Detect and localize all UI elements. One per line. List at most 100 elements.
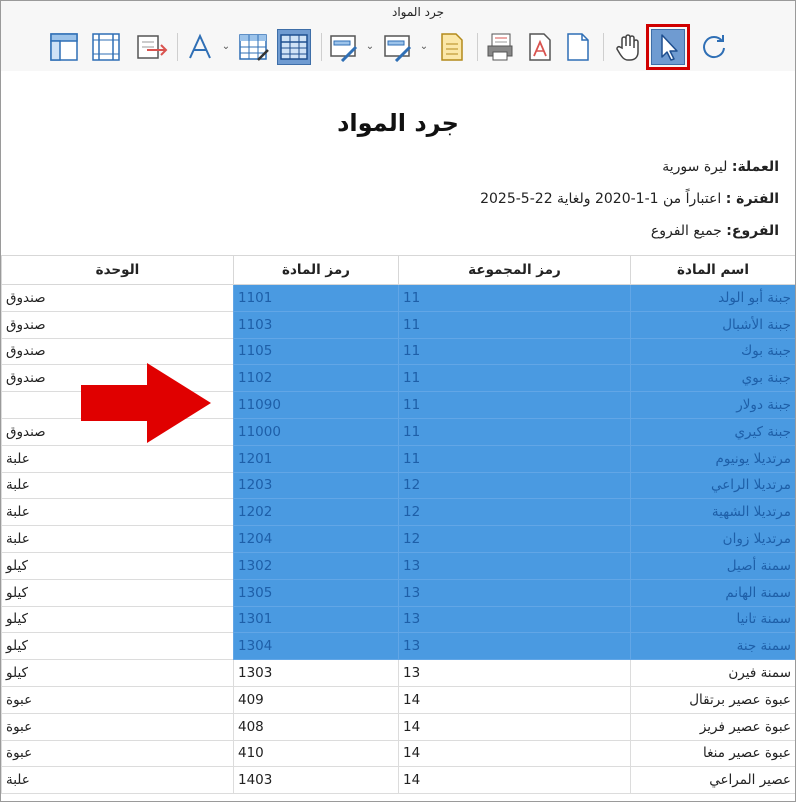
table-row[interactable]: مرتديلا زوان 12 1204 علبة [1,525,795,553]
cell-unit[interactable]: عبوة [1,685,234,714]
cell-unit[interactable]: علبة [1,498,234,527]
chevron-down-icon[interactable]: ⌄ [419,41,429,52]
cell-group[interactable]: 12 [398,525,631,553]
cell-code[interactable]: 1304 [233,632,399,661]
cell-group[interactable]: 13 [398,659,631,687]
cell-name[interactable]: جبنة بوك [630,337,795,366]
cell-unit[interactable]: عبوة [1,712,234,741]
cell-code[interactable]: 1302 [233,551,399,580]
cell-unit[interactable]: كيلو [1,632,234,661]
cell-code[interactable]: 1201 [233,444,399,473]
cell-group[interactable]: 13 [398,632,631,661]
cell-group[interactable]: 11 [398,284,631,312]
page-icon[interactable] [561,29,595,65]
cell-name[interactable]: جبنة دولار [630,391,795,419]
cell-group[interactable]: 14 [398,712,631,741]
cell-group[interactable]: 11 [398,444,631,473]
cell-code[interactable]: 1403 [233,766,399,795]
grid-format-icon[interactable] [237,29,271,65]
cell-name[interactable]: عبوة عصير فريز [630,712,795,741]
chevron-down-icon[interactable]: ⌄ [365,41,375,52]
cell-group[interactable]: 12 [398,471,631,500]
cell-unit[interactable]: كيلو [1,659,234,687]
cell-code[interactable]: 1204 [233,525,399,553]
cell-code[interactable]: 1105 [233,337,399,366]
cell-unit[interactable]: عبوة [1,739,234,768]
cell-code[interactable]: 1303 [233,659,399,687]
edit-form2-icon[interactable] [381,29,415,65]
pdf-icon[interactable] [523,29,557,65]
table-row[interactable]: مرتديلا الراعي 12 1203 علبة [1,471,795,500]
cell-code[interactable]: 1305 [233,578,399,607]
table-row[interactable]: سمنة جنة 13 1304 كيلو [1,632,795,661]
hand-tool-icon[interactable] [611,29,645,65]
cell-name[interactable]: سمنة تانيا [630,605,795,634]
cell-name[interactable]: جبنة أبو الولد [630,284,795,312]
cell-unit[interactable]: علبة [1,766,234,795]
cell-group[interactable]: 14 [398,739,631,768]
cell-name[interactable]: مرتديلا يونيوم [630,444,795,473]
table-row[interactable]: سمنة تانيا 13 1301 كيلو [1,605,795,634]
cell-group[interactable]: 11 [398,310,631,339]
cell-group[interactable]: 13 [398,605,631,634]
cell-name[interactable]: مرتديلا الراعي [630,471,795,500]
table-row[interactable]: عبوة عصير برتقال 14 409 عبوة [1,685,795,714]
cell-group[interactable]: 11 [398,337,631,366]
cell-unit[interactable]: كيلو [1,551,234,580]
cell-code[interactable]: 11090 [233,391,399,419]
cell-name[interactable]: سمنة الهانم [630,578,795,607]
cell-group[interactable]: 12 [398,498,631,527]
cell-name[interactable]: سمنة جنة [630,632,795,661]
table-row[interactable]: جبنة بوك 11 1105 صندوق [1,337,795,366]
cell-name[interactable]: مرتديلا زوان [630,525,795,553]
column-header-group[interactable]: رمز المجموعة [398,255,631,285]
cell-name[interactable]: سمنة أصيل [630,551,795,580]
cell-group[interactable]: 13 [398,551,631,580]
cell-name[interactable]: عبوة عصير برتقال [630,685,795,714]
column-header-unit[interactable]: الوحدة [1,255,234,285]
cell-unit[interactable]: صندوق [1,310,234,339]
table-row[interactable]: سمنة فيرن 13 1303 كيلو [1,659,795,687]
cell-name[interactable]: عصير المراعي [630,766,795,795]
cell-name[interactable]: جبنة كيري [630,417,795,446]
select-pointer-icon[interactable] [646,24,690,70]
table-row[interactable]: مرتديلا الشهية 12 1202 علبة [1,498,795,527]
grid-icon[interactable] [277,29,311,65]
column-header-code[interactable]: رمز المادة [233,255,399,285]
cell-group[interactable]: 11 [398,364,631,393]
table-row[interactable]: جبنة الأشبال 11 1103 صندوق [1,310,795,339]
table-row[interactable]: عبوة عصير فريز 14 408 عبوة [1,712,795,741]
export-icon[interactable] [135,29,169,65]
cell-unit[interactable]: صندوق [1,284,234,312]
cell-unit[interactable]: علبة [1,525,234,553]
cell-code[interactable]: 1103 [233,310,399,339]
cell-unit[interactable]: صندوق [1,337,234,366]
cell-code[interactable]: 408 [233,712,399,741]
cell-code[interactable]: 1203 [233,471,399,500]
layout-icon[interactable] [47,29,81,65]
cell-group[interactable]: 13 [398,578,631,607]
table-row[interactable]: عبوة عصير منغا 14 410 عبوة [1,739,795,768]
cell-unit[interactable]: كيلو [1,605,234,634]
cell-name[interactable]: جبنة الأشبال [630,310,795,339]
cell-name[interactable]: مرتديلا الشهية [630,498,795,527]
font-icon[interactable] [183,29,217,65]
refresh-icon[interactable] [697,29,731,65]
edit-form-icon[interactable] [327,29,361,65]
table-row[interactable]: سمنة الهانم 13 1305 كيلو [1,578,795,607]
cell-name[interactable]: سمنة فيرن [630,659,795,687]
column-header-name[interactable]: اسم المادة [630,255,795,285]
columns-icon[interactable] [89,29,123,65]
cell-name[interactable]: عبوة عصير منغا [630,739,795,768]
cell-group[interactable]: 14 [398,685,631,714]
cell-name[interactable]: جبنة بوي [630,364,795,393]
cell-group[interactable]: 11 [398,391,631,419]
cell-group[interactable]: 11 [398,417,631,446]
table-row[interactable]: جبنة أبو الولد 11 1101 صندوق [1,284,795,312]
cell-code[interactable]: 1301 [233,605,399,634]
cell-code[interactable]: 1202 [233,498,399,527]
table-row[interactable]: مرتديلا يونيوم 11 1201 علبة [1,444,795,473]
cell-code[interactable]: 1102 [233,364,399,393]
chevron-down-icon[interactable]: ⌄ [221,41,231,52]
cell-code[interactable]: 410 [233,739,399,768]
